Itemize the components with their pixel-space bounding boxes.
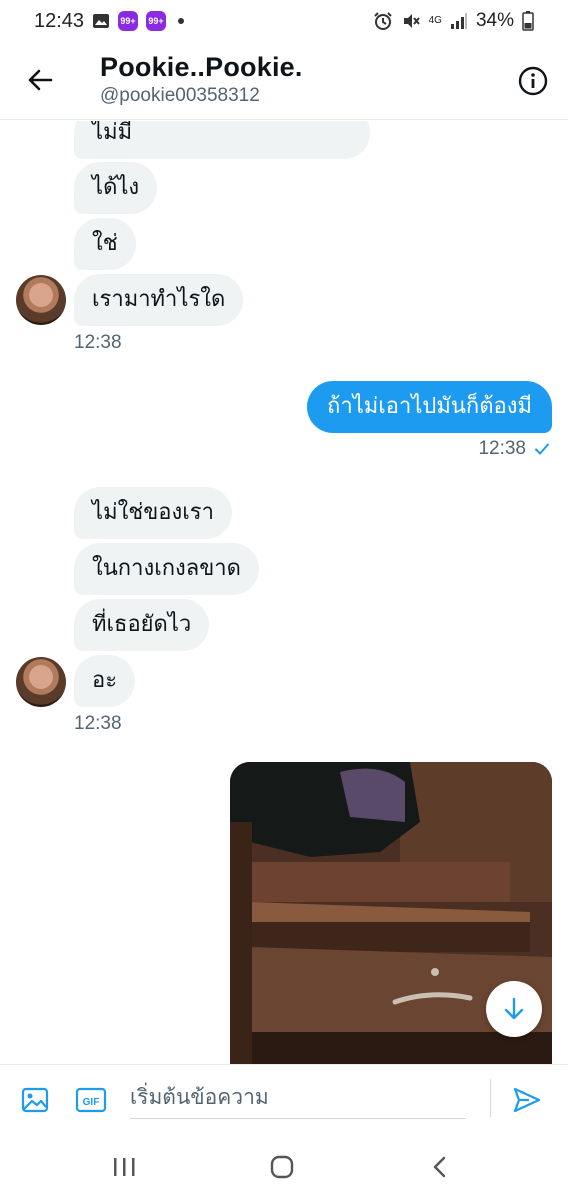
back-nav-button[interactable] [420,1150,460,1184]
sent-check-icon [535,443,549,455]
battery-percent: 34% [475,10,514,31]
more-notifications-dot [178,18,185,24]
info-button[interactable] [516,64,550,98]
add-photo-button[interactable] [18,1083,52,1117]
message-bubble-incoming[interactable]: ในกางเกงลขาด [74,543,259,595]
back-button[interactable] [22,62,58,98]
app-notification-icon-2: 99+ [146,11,167,31]
contact-name: Pookie..Pookie. [100,52,303,82]
status-left: 12:43 99+ 99+ [34,9,185,33]
message-bubble-outgoing[interactable]: ถ้าไม่เอาไปมันก็ต้องมี [307,381,552,433]
message-list[interactable]: ไม่มี ได้ไง ใช่ เรามาทำไรใด 12:38 ถ้าไม่… [0,121,568,1064]
arrow-left-icon [28,69,53,91]
recent-apps-button[interactable] [104,1150,144,1184]
message-bubble-incoming[interactable]: เรามาทำไรใด [74,274,244,326]
message-input[interactable]: เริ่มต้นข้อความ [130,1075,466,1119]
app-notification-icon: 99+ [118,11,139,31]
home-icon [270,1155,294,1179]
battery-icon [522,11,534,31]
add-gif-button[interactable]: GIF [74,1083,108,1117]
avatar[interactable] [16,275,66,325]
home-button[interactable] [262,1150,302,1184]
gallery-notification-icon [93,14,110,28]
message-time: 12:38 [478,438,526,459]
message-timestamp: 12:38 [74,332,122,353]
send-button[interactable] [510,1083,544,1117]
conversation-header: Pookie..Pookie. @pookie00358312 [0,42,568,120]
message-composer: GIF เริ่มต้นข้อความ [0,1064,568,1134]
image-icon [21,1087,49,1113]
composer-divider [490,1079,491,1117]
message-bubble-incoming[interactable]: ได้ไง [74,162,158,214]
gif-label: GIF [83,1097,100,1108]
recent-apps-icon [114,1158,135,1176]
signal-icon [450,13,467,29]
avatar[interactable] [16,657,66,707]
message-bubble-incoming[interactable]: ไม่มี [74,121,370,159]
send-icon [513,1087,541,1113]
status-right: 4G 34% [373,10,534,32]
mute-icon [403,14,420,28]
network-type: 4G [428,15,442,26]
info-icon [518,66,548,96]
system-navigation-bar [0,1134,568,1200]
message-bubble-incoming[interactable]: อะ [74,655,136,707]
contact-titles[interactable]: Pookie..Pookie. @pookie00358312 [100,52,303,107]
chevron-left-icon [433,1156,446,1178]
message-bubble-incoming[interactable]: ที่เธอยัดไว [74,599,210,651]
arrow-down-icon [504,997,524,1020]
message-timestamp: 12:38 [74,713,122,734]
message-bubble-incoming[interactable]: ไม่ใช่ของเรา [74,487,232,539]
status-time: 12:43 [34,9,85,32]
status-bar: 12:43 99+ 99+ 4G 34% [0,0,568,42]
contact-handle: @pookie00358312 [100,85,260,106]
message-bubble-incoming[interactable]: ใช่ [74,218,136,270]
scroll-to-bottom-button[interactable] [486,981,542,1037]
message-timestamp-outgoing: 12:38 [478,438,550,460]
gif-icon: GIF [75,1087,107,1113]
alarm-icon [373,12,392,30]
